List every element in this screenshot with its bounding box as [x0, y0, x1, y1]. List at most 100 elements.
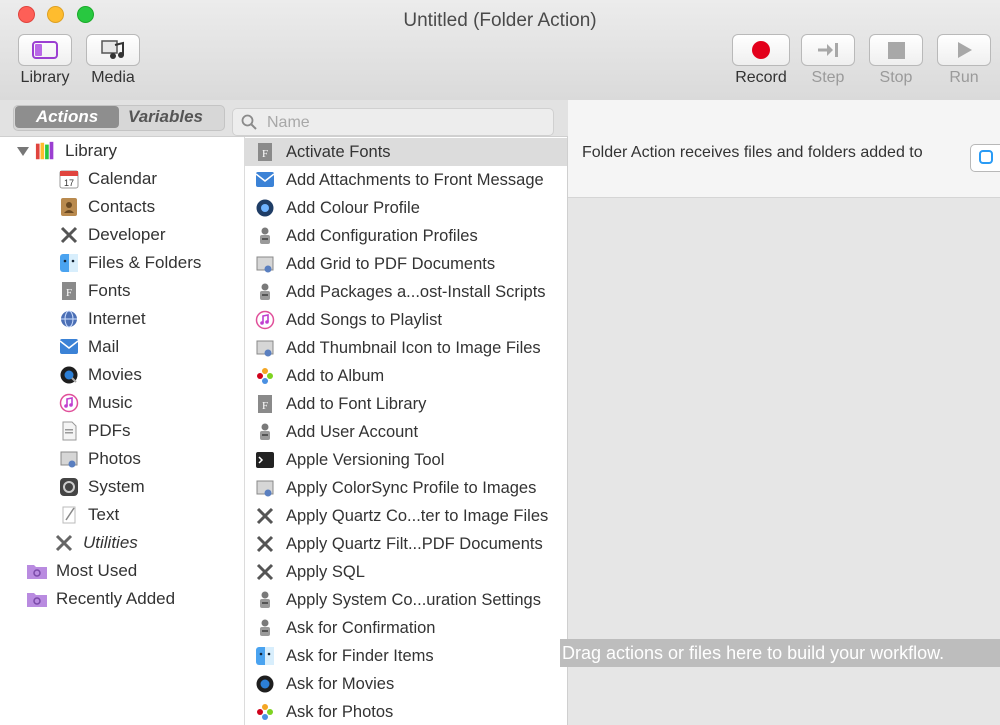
- action-item[interactable]: Add to Album: [245, 362, 567, 390]
- action-item[interactable]: Ask for Finder Items: [245, 642, 567, 670]
- stop-icon: [887, 41, 905, 59]
- search-field[interactable]: [232, 108, 554, 136]
- action-item[interactable]: Add Grid to PDF Documents: [245, 250, 567, 278]
- finder-icon: [254, 645, 276, 667]
- developer-icon: [58, 224, 80, 246]
- folder-popup-button[interactable]: [970, 144, 1000, 172]
- action-item[interactable]: Apply ColorSync Profile to Images: [245, 474, 567, 502]
- run-button-box[interactable]: [937, 34, 991, 66]
- action-label: Add to Font Library: [286, 394, 427, 413]
- smart-folder-recently-added[interactable]: Recently Added: [0, 585, 244, 613]
- record-icon: [752, 41, 770, 59]
- record-button[interactable]: Record: [730, 34, 792, 87]
- tab-actions[interactable]: Actions: [15, 106, 119, 128]
- stop-button-box[interactable]: [869, 34, 923, 66]
- action-label: Apple Versioning Tool: [286, 450, 445, 469]
- window-title: Untitled (Folder Action): [403, 10, 597, 31]
- library-category-contacts[interactable]: Contacts: [0, 193, 244, 221]
- developer-icon: [254, 561, 276, 583]
- smart-folder-icon: [26, 588, 48, 610]
- media-button-box[interactable]: [86, 34, 140, 66]
- stop-button[interactable]: Stop: [866, 34, 926, 87]
- library-toggle-button[interactable]: Library: [16, 34, 74, 87]
- step-button[interactable]: Step: [798, 34, 858, 87]
- action-item[interactable]: Ask for Photos: [245, 698, 567, 725]
- record-button-label: Record: [735, 69, 787, 86]
- library-sidebar-icon: [32, 41, 58, 59]
- action-item[interactable]: Add Songs to Playlist: [245, 306, 567, 334]
- run-button[interactable]: Run: [934, 34, 994, 87]
- action-label: Activate Fonts: [286, 142, 391, 161]
- action-item[interactable]: Ask for Confirmation: [245, 614, 567, 642]
- action-item[interactable]: Apply System Co...uration Settings: [245, 586, 567, 614]
- library-books-icon: [35, 140, 57, 162]
- media-button[interactable]: Media: [84, 34, 142, 87]
- disclosure-triangle-icon[interactable]: [17, 146, 29, 156]
- action-item[interactable]: Ask for Movies: [245, 670, 567, 698]
- action-item[interactable]: Add Colour Profile: [245, 194, 567, 222]
- action-label: Add to Album: [286, 366, 385, 385]
- utilities-icon: [53, 532, 75, 554]
- library-category-utilities[interactable]: Utilities: [0, 529, 244, 557]
- action-item[interactable]: Apple Versioning Tool: [245, 446, 567, 474]
- library-category-label: Contacts: [88, 197, 156, 216]
- library-category-label: Fonts: [88, 281, 131, 300]
- library-category-system[interactable]: System: [0, 473, 244, 501]
- action-label: Add Colour Profile: [286, 198, 420, 217]
- action-item[interactable]: Apply SQL: [245, 558, 567, 586]
- record-button-box[interactable]: [732, 34, 790, 66]
- fonts-icon: F: [254, 393, 276, 415]
- terminal-icon: [254, 449, 276, 471]
- automator-icon: [254, 225, 276, 247]
- internet-icon: [58, 308, 80, 330]
- action-item[interactable]: Add Attachments to Front Message: [245, 166, 567, 194]
- action-label: Add Grid to PDF Documents: [286, 254, 496, 273]
- library-button-label: Library: [20, 69, 70, 86]
- library-button-box[interactable]: [18, 34, 72, 66]
- action-item[interactable]: Add Thumbnail Icon to Image Files: [245, 334, 567, 362]
- library-category-text[interactable]: Text: [0, 501, 244, 529]
- play-icon: [958, 42, 972, 58]
- library-category-label: PDFs: [88, 421, 131, 440]
- action-item[interactable]: F Add to Font Library: [245, 390, 567, 418]
- library-category-photos[interactable]: Photos: [0, 445, 244, 473]
- media-button-label: Media: [91, 69, 135, 86]
- smart-folder-label: Most Used: [56, 561, 138, 580]
- media-icon: [101, 40, 124, 59]
- library-category-mail[interactable]: Mail: [0, 333, 244, 361]
- library-category-movies[interactable]: Movies: [0, 361, 244, 389]
- contacts-icon: [58, 196, 80, 218]
- action-item[interactable]: Apply Quartz Filt...PDF Documents: [245, 530, 567, 558]
- folder-icon: [979, 150, 993, 164]
- tab-variables[interactable]: Variables: [128, 106, 223, 128]
- library-category-pdfs[interactable]: PDFs: [0, 417, 244, 445]
- action-label: Apply Quartz Filt...PDF Documents: [286, 534, 543, 553]
- library-category-internet[interactable]: Internet: [0, 305, 244, 333]
- automator-icon: [254, 617, 276, 639]
- step-button-box[interactable]: [801, 34, 855, 66]
- action-item[interactable]: Apply Quartz Co...ter to Image Files: [245, 502, 567, 530]
- developer-icon: [254, 533, 276, 555]
- library-category-files-folders[interactable]: Files & Folders: [0, 249, 244, 277]
- library-category-fonts[interactable]: F Fonts: [0, 277, 244, 305]
- library-category-music[interactable]: Music: [0, 389, 244, 417]
- action-item-activate-fonts[interactable]: F Activate Fonts: [245, 138, 567, 166]
- action-item[interactable]: Add Configuration Profiles: [245, 222, 567, 250]
- action-label: Apply SQL: [286, 562, 365, 581]
- music-icon: [254, 309, 276, 331]
- workflow-drop-zone[interactable]: Drag actions or files here to build your…: [560, 197, 1000, 725]
- action-label: Apply Quartz Co...ter to Image Files: [286, 506, 549, 525]
- automator-icon: [254, 589, 276, 611]
- action-item[interactable]: Add User Account: [245, 418, 567, 446]
- step-button-label: Step: [811, 69, 845, 86]
- smart-folder-most-used[interactable]: Most Used: [0, 557, 244, 585]
- library-category-label: System: [88, 477, 145, 496]
- library-root-item[interactable]: Library: [0, 137, 244, 165]
- music-icon: [58, 392, 80, 414]
- library-category-calendar[interactable]: 17 Calendar: [0, 165, 244, 193]
- library-category-developer[interactable]: Developer: [0, 221, 244, 249]
- text-icon: [58, 504, 80, 526]
- search-input[interactable]: [265, 112, 549, 134]
- action-item[interactable]: Add Packages a...ost-Install Scripts: [245, 278, 567, 306]
- workflow-receives-label: Folder Action receives files and folders…: [582, 144, 923, 161]
